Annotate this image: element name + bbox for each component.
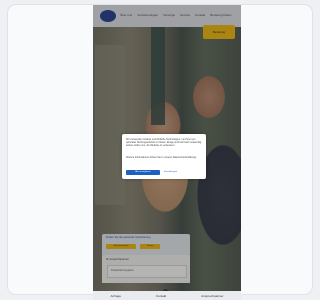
cookie-consent-text: Wir verwenden Cookies und ähnliche Techn… <box>126 138 202 147</box>
bottom-action-bar: Anfrage Kontakt Ansprechpartner <box>93 291 241 300</box>
bottom-item-advisor[interactable]: Ansprechpartner <box>201 294 223 298</box>
cookie-consent-dialog: Wir verwenden Cookies und ähnliche Techn… <box>122 134 206 179</box>
bottom-item-request[interactable]: Anfrage <box>111 294 122 298</box>
bottom-item-contact[interactable]: Kontakt <box>156 294 166 298</box>
cookie-consent-more-info: Weitere Informationen finden Sie in unse… <box>126 156 197 159</box>
cookie-settings-link[interactable]: Einstellungen <box>164 170 177 175</box>
mobile-page-preview: Über uns Versicherungen Vorsorge Service… <box>93 5 241 300</box>
accept-all-button[interactable]: Alle akzeptieren <box>126 170 160 175</box>
